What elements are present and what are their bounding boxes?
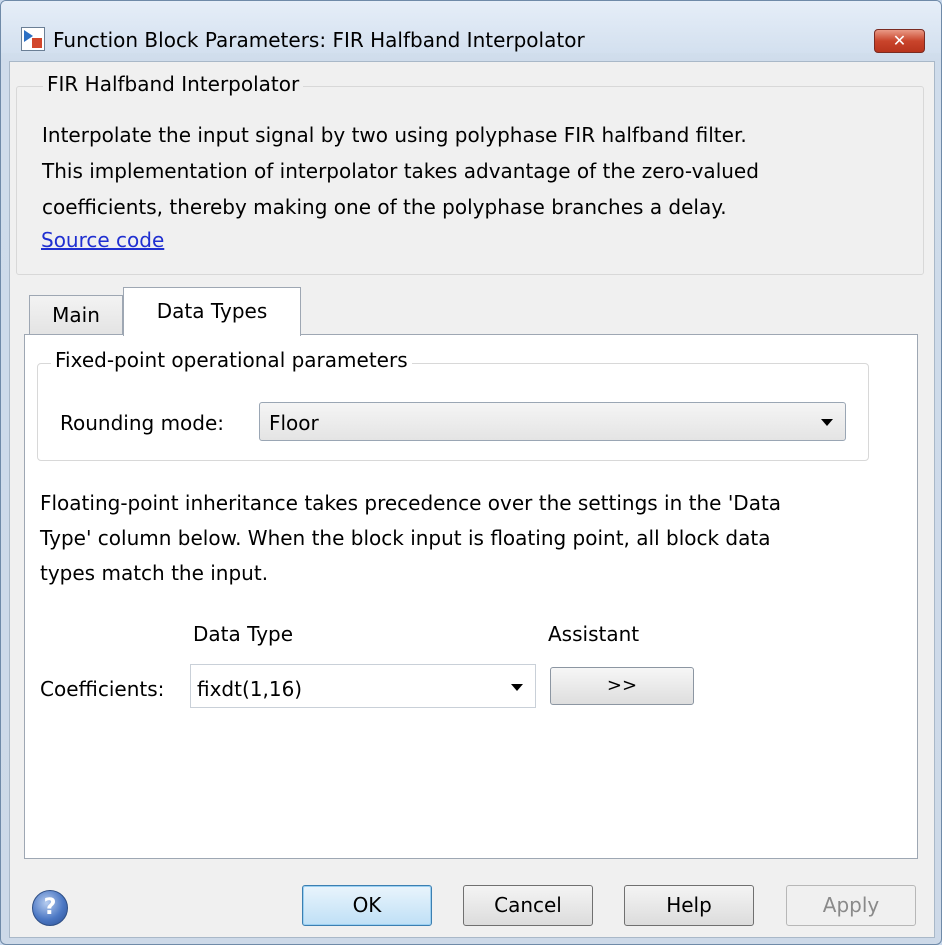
description-line: coefficients, thereby making one of the … [42,195,727,219]
column-header-assistant: Assistant [548,622,640,646]
tab-main[interactable]: Main [29,295,123,335]
window-title: Function Block Parameters: FIR Halfband … [53,28,585,52]
description-line: Interpolate the input signal by two usin… [42,123,747,147]
note-line: types match the input. [40,561,269,585]
description-text: Interpolate the input signal by two usin… [42,117,902,225]
coefficients-data-type-combo[interactable]: fixdt(1,16) [190,664,536,708]
fixed-point-legend: Fixed-point operational parameters [51,348,412,372]
description-line: This implementation of interpolator take… [42,159,759,183]
note-line: Type' column below. When the block input… [40,526,771,550]
title-bar[interactable]: Function Block Parameters: FIR Halfband … [1,1,941,53]
apply-button[interactable]: Apply [786,885,916,926]
help-button[interactable]: Help [624,885,754,926]
coefficients-data-type-value: fixdt(1,16) [197,677,303,701]
description-legend: FIR Halfband Interpolator [43,72,304,96]
column-header-data-type: Data Type [193,622,294,646]
tab-data-types[interactable]: Data Types [123,287,301,336]
rounding-mode-select[interactable]: Floor [259,402,846,441]
rounding-mode-value: Floor [269,411,319,435]
source-code-link[interactable]: Source code [41,228,164,252]
data-type-assistant-button[interactable]: >> [550,667,694,705]
coefficients-label: Coefficients: [40,677,165,701]
floating-point-note: Floating-point inheritance takes precede… [40,486,900,591]
chevron-down-icon [821,419,833,426]
chevron-down-icon[interactable] [511,684,523,691]
close-button[interactable]: ✕ [874,29,925,53]
help-icon[interactable]: ? [32,890,68,926]
rounding-mode-label: Rounding mode: [60,411,225,435]
ok-button[interactable]: OK [302,885,432,926]
cancel-button[interactable]: Cancel [463,885,593,926]
simulink-block-icon [21,27,45,51]
note-line: Floating-point inheritance takes precede… [40,491,782,515]
